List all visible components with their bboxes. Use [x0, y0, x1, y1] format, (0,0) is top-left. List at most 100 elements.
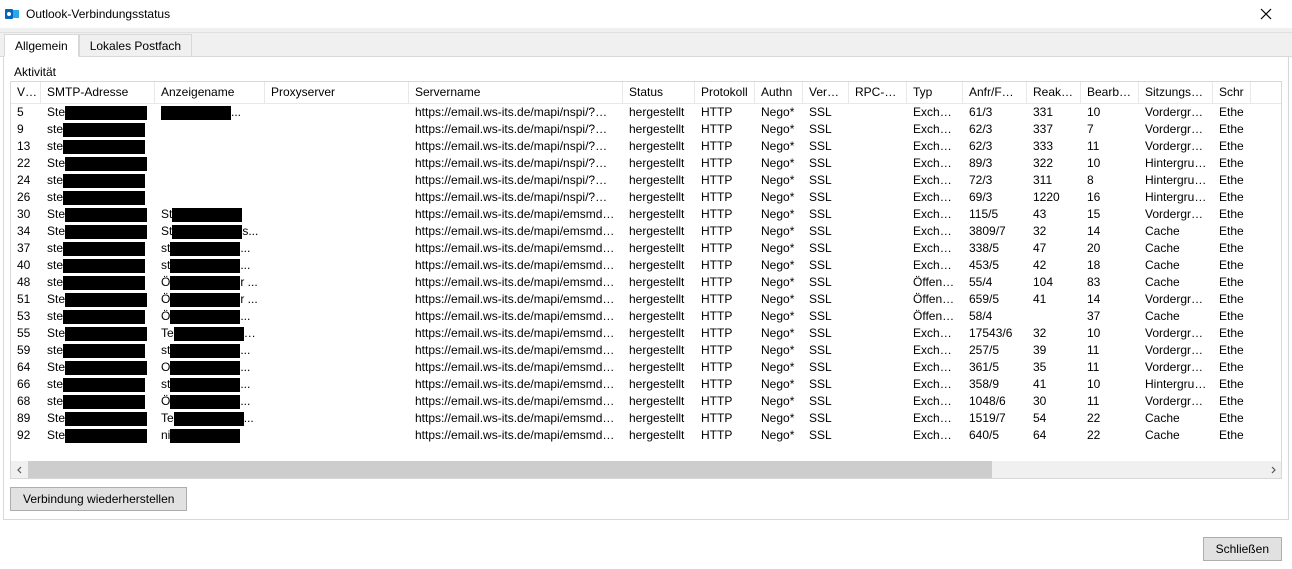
scroll-track[interactable]: [28, 461, 1264, 478]
cell-typ: Exchang...: [907, 410, 963, 427]
table-row[interactable]: 37ste st ...https://email.ws-its.de/mapi…: [11, 240, 1281, 257]
cell-anf: 338/5: [963, 240, 1027, 257]
cell-vid: 59: [11, 342, 41, 359]
horizontal-scrollbar[interactable]: [11, 461, 1281, 478]
cell-protokoll: HTTP: [695, 138, 755, 155]
cell-rpcport: [849, 393, 907, 410]
scroll-left-icon[interactable]: [11, 461, 28, 478]
cell-anzeigename: st ...: [155, 257, 265, 274]
table-row[interactable]: 34Ste St s...https://email.ws-its.de/map…: [11, 223, 1281, 240]
cell-authn: Nego*: [755, 240, 803, 257]
table-row[interactable]: 51Ste Ö r ...https://email.ws-its.de/map…: [11, 291, 1281, 308]
dialog-footer: Schließen: [1203, 537, 1282, 561]
scroll-right-icon[interactable]: [1264, 461, 1281, 478]
cell-status: hergestellt: [623, 342, 695, 359]
col-status[interactable]: Status: [623, 82, 695, 103]
table-row[interactable]: 22Ste https://email.ws-its.de/mapi/nspi/…: [11, 155, 1281, 172]
grid-header: VID SMTP-Adresse Anzeigename Proxyserver…: [11, 82, 1281, 104]
cell-server: https://email.ws-its.de/mapi/emsmdb/?M..…: [409, 223, 623, 240]
col-anf[interactable]: Anfr/Fehler: [963, 82, 1027, 103]
cell-vid: 64: [11, 359, 41, 376]
table-row[interactable]: 9ste https://email.ws-its.de/mapi/nspi/?…: [11, 121, 1281, 138]
col-schnitt[interactable]: Schr: [1213, 82, 1251, 103]
table-row[interactable]: 48ste Ö r ...https://email.ws-its.de/map…: [11, 274, 1281, 291]
table-row[interactable]: 64Ste O ...https://email.ws-its.de/mapi/…: [11, 359, 1281, 376]
scroll-thumb[interactable]: [28, 461, 992, 478]
col-authn[interactable]: Authn: [755, 82, 803, 103]
col-vid[interactable]: VID: [11, 82, 41, 103]
cell-vid: 13: [11, 138, 41, 155]
cell-server: https://email.ws-its.de/mapi/nspi/?Mailb…: [409, 121, 623, 138]
table-row[interactable]: 30Ste St https://email.ws-its.de/mapi/em…: [11, 206, 1281, 223]
col-bearb[interactable]: Bearb (Ø): [1081, 82, 1139, 103]
cell-bearb: 11: [1081, 359, 1139, 376]
cell-anf: 3809/7: [963, 223, 1027, 240]
cell-rpcport: [849, 138, 907, 155]
cell-sitzung: Cache: [1139, 257, 1213, 274]
table-row[interactable]: 13ste https://email.ws-its.de/mapi/nspi/…: [11, 138, 1281, 155]
cell-anf: 55/4: [963, 274, 1027, 291]
cell-anf: 1048/6: [963, 393, 1027, 410]
cell-anzeigename: st ...: [155, 376, 265, 393]
cell-status: hergestellt: [623, 155, 695, 172]
close-button[interactable]: Schließen: [1203, 537, 1282, 561]
cell-sitzung: Hintergrund: [1139, 189, 1213, 206]
table-row[interactable]: 92Ste ni https://email.ws-its.de/mapi/em…: [11, 427, 1281, 444]
cell-reaktion: 322: [1027, 155, 1081, 172]
cell-schnitt: Ethe: [1213, 427, 1251, 444]
col-sitzung[interactable]: Sitzungstyp: [1139, 82, 1213, 103]
cell-server: https://email.ws-its.de/mapi/emsmdb/?M..…: [409, 257, 623, 274]
cell-anf: 62/3: [963, 138, 1027, 155]
cell-bearb: 10: [1081, 104, 1139, 121]
col-smtp[interactable]: SMTP-Adresse: [41, 82, 155, 103]
cell-smtp: ste: [41, 138, 155, 155]
cell-verschl: SSL: [803, 104, 849, 121]
cell-anzeigename: Ö r ...: [155, 274, 265, 291]
cell-server: https://email.ws-its.de/mapi/nspi/?Mailb…: [409, 104, 623, 121]
tab-general[interactable]: Allgemein: [4, 34, 79, 57]
table-row[interactable]: 66ste st ...https://email.ws-its.de/mapi…: [11, 376, 1281, 393]
col-verschl[interactable]: Versc...: [803, 82, 849, 103]
cell-protokoll: HTTP: [695, 410, 755, 427]
tab-general-label: Allgemein: [15, 39, 68, 53]
cell-rpcport: [849, 172, 907, 189]
cell-sitzung: Vordergrund: [1139, 104, 1213, 121]
table-row[interactable]: 40ste st ...https://email.ws-its.de/mapi…: [11, 257, 1281, 274]
table-row[interactable]: 26ste https://email.ws-its.de/mapi/nspi/…: [11, 189, 1281, 206]
table-row[interactable]: 68ste Ö ...https://email.ws-its.de/mapi/…: [11, 393, 1281, 410]
cell-vid: 5: [11, 104, 41, 121]
reconnect-button[interactable]: Verbindung wiederherstellen: [10, 487, 187, 511]
cell-reaktion: 32: [1027, 325, 1081, 342]
col-reaktion[interactable]: Reaktion...: [1027, 82, 1081, 103]
table-row[interactable]: 24ste https://email.ws-its.de/mapi/nspi/…: [11, 172, 1281, 189]
table-row[interactable]: 89Ste Te ...https://email.ws-its.de/mapi…: [11, 410, 1281, 427]
close-icon[interactable]: [1246, 4, 1286, 24]
cell-status: hergestellt: [623, 206, 695, 223]
cell-smtp: ste: [41, 189, 155, 206]
cell-status: hergestellt: [623, 308, 695, 325]
table-row[interactable]: 5Ste ...https://email.ws-its.de/mapi/nsp…: [11, 104, 1281, 121]
cell-rpcport: [849, 155, 907, 172]
cell-verschl: SSL: [803, 189, 849, 206]
cell-anf: 1519/7: [963, 410, 1027, 427]
table-row[interactable]: 55Ste Te r ...https://email.ws-its.de/ma…: [11, 325, 1281, 342]
col-typ[interactable]: Typ: [907, 82, 963, 103]
reconnect-area: Verbindung wiederherstellen: [10, 487, 1282, 511]
table-row[interactable]: 53ste Ö ...https://email.ws-its.de/mapi/…: [11, 308, 1281, 325]
col-protokoll[interactable]: Protokoll: [695, 82, 755, 103]
cell-sitzung: Hintergrund: [1139, 376, 1213, 393]
col-anzeigename[interactable]: Anzeigename: [155, 82, 265, 103]
cell-status: hergestellt: [623, 274, 695, 291]
cell-protokoll: HTTP: [695, 393, 755, 410]
col-proxy[interactable]: Proxyserver: [265, 82, 409, 103]
cell-bearb: 7: [1081, 121, 1139, 138]
tab-local-mailbox[interactable]: Lokales Postfach: [79, 34, 192, 56]
outlook-icon: [4, 6, 20, 22]
cell-smtp: Ste: [41, 223, 155, 240]
table-row[interactable]: 59ste st ...https://email.ws-its.de/mapi…: [11, 342, 1281, 359]
col-server[interactable]: Servername: [409, 82, 623, 103]
cell-bearb: 22: [1081, 410, 1139, 427]
col-rpcport[interactable]: RPC-Port: [849, 82, 907, 103]
cell-anf: 659/5: [963, 291, 1027, 308]
cell-server: https://email.ws-its.de/mapi/emsmdb/?M..…: [409, 325, 623, 342]
